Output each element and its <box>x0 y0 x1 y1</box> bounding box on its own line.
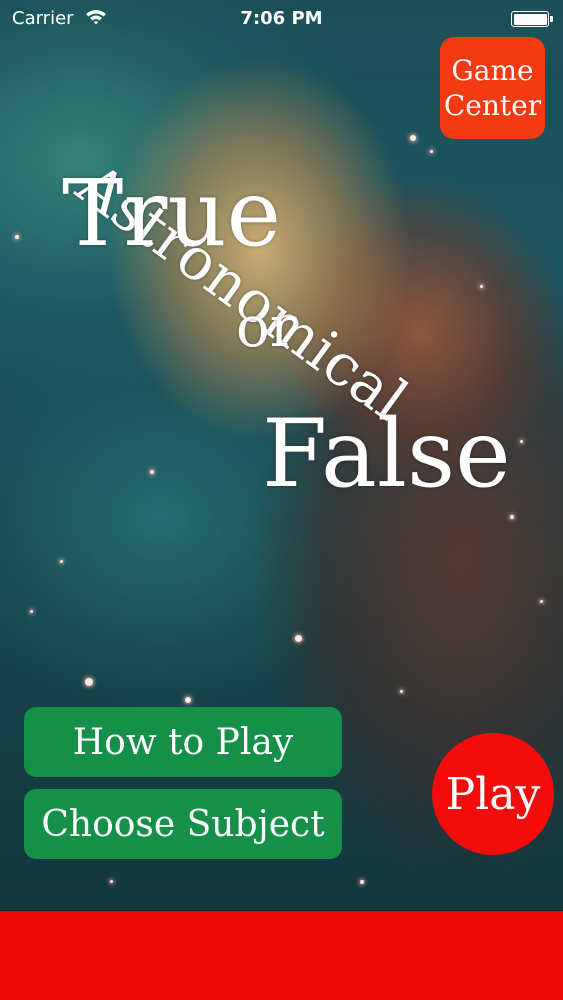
ad-banner[interactable] <box>0 911 563 1000</box>
star <box>510 515 514 519</box>
battery-icon <box>511 11 549 27</box>
star <box>400 690 403 693</box>
star <box>185 697 191 703</box>
title-or: or <box>236 295 297 360</box>
status-time: 7:06 PM <box>240 8 323 29</box>
star <box>480 285 483 288</box>
title-true: True <box>62 160 282 267</box>
star <box>15 235 19 239</box>
play-button[interactable]: Play <box>432 733 554 855</box>
home-screen: Carrier 7:06 PM Astronomical True or Fal… <box>0 0 563 1000</box>
star <box>110 880 113 883</box>
star <box>430 150 433 153</box>
how-to-play-button[interactable]: How to Play <box>24 707 342 777</box>
star <box>60 560 63 563</box>
title-false: False <box>262 400 511 509</box>
choose-subject-button[interactable]: Choose Subject <box>24 789 342 859</box>
star <box>410 135 416 141</box>
star <box>540 600 543 603</box>
battery-tip <box>550 16 553 22</box>
status-bar: Carrier 7:06 PM <box>0 0 563 36</box>
battery-level <box>513 13 547 25</box>
star <box>85 678 93 686</box>
star <box>360 880 364 884</box>
game-center-button[interactable]: Game Center <box>440 37 545 139</box>
star <box>150 470 154 474</box>
star <box>295 635 302 642</box>
star <box>30 610 33 613</box>
game-center-label-line2: Center <box>443 89 542 122</box>
star <box>520 440 523 443</box>
game-center-label-line1: Game <box>451 54 534 87</box>
